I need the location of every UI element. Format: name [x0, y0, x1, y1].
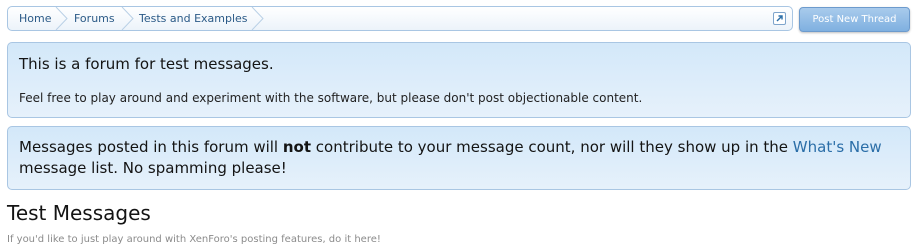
notice-text-part: message list. No spamming please! — [19, 159, 287, 177]
page-title: Test Messages — [7, 201, 151, 225]
breadcrumb-separator-icon — [55, 7, 68, 30]
jump-to-icon[interactable] — [773, 12, 786, 25]
breadcrumb-separator-icon — [121, 7, 134, 30]
breadcrumb-home[interactable]: Home — [19, 7, 51, 30]
breadcrumb-forums[interactable]: Forums — [74, 7, 115, 30]
notice-text-part: Messages posted in this forum will — [19, 138, 283, 156]
page-description: If you'd like to just play around with X… — [7, 234, 381, 245]
forum-notice: This is a forum for test messages. Feel … — [7, 42, 911, 118]
message-count-notice: Messages posted in this forum will not c… — [7, 126, 911, 190]
notice-emphasis: not — [282, 138, 312, 156]
notice-text: Messages posted in this forum will not c… — [19, 137, 889, 179]
notice-title: This is a forum for test messages. — [19, 55, 274, 73]
breadcrumb: Home Forums Tests and Examples — [7, 6, 793, 31]
notice-text-part: contribute to your message count, nor wi… — [311, 138, 793, 156]
notice-body: Feel free to play around and experiment … — [19, 91, 643, 105]
post-new-thread-button[interactable]: Post New Thread — [799, 7, 910, 32]
breadcrumb-separator-icon — [251, 7, 264, 30]
breadcrumb-tests-and-examples[interactable]: Tests and Examples — [139, 7, 248, 30]
whats-new-link[interactable]: What's New — [793, 138, 882, 156]
